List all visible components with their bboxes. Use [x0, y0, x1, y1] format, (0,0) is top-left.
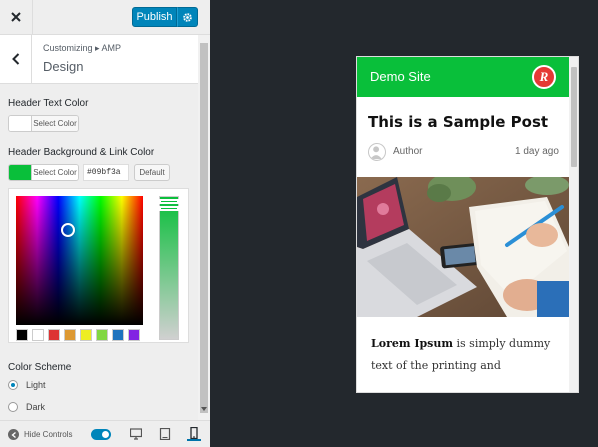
palette-color-chip[interactable] [128, 329, 140, 341]
color-picker [8, 188, 189, 343]
slider-handle[interactable] [159, 206, 179, 211]
scroll-down-arrow-icon[interactable] [201, 406, 207, 412]
palette-color-chip[interactable] [48, 329, 60, 341]
header-text-color-button[interactable]: Select Color [8, 115, 79, 132]
slider-handle[interactable] [159, 199, 179, 204]
default-color-button[interactable]: Default [134, 164, 170, 181]
tablet-device-button[interactable] [158, 427, 172, 441]
breadcrumb: Customizing ▸ AMP [43, 43, 122, 53]
palette-color-chip[interactable] [32, 329, 44, 341]
color-spectrum[interactable] [16, 196, 143, 325]
user-icon [370, 146, 382, 160]
header-bg-link-color-label: Header Background & Link Color [8, 147, 155, 158]
radio-light[interactable]: Light [8, 380, 46, 390]
desktop-device-button[interactable] [129, 427, 143, 441]
close-button[interactable] [0, 0, 33, 34]
radio-label: Light [26, 380, 46, 390]
gear-icon [183, 12, 192, 22]
spectrum-handle[interactable] [61, 223, 75, 237]
customizer-footer: Hide Controls [0, 420, 210, 447]
header-bg-color-button[interactable]: Select Color [8, 164, 79, 181]
color-palette [16, 329, 144, 341]
header-text-color-label: Header Text Color [8, 98, 89, 109]
select-color-label: Select Color [31, 165, 78, 180]
tablet-icon [159, 428, 171, 440]
post-body-line2: text of the printing and [371, 359, 501, 372]
site-title[interactable]: Demo Site [370, 69, 431, 84]
section-title: Design [43, 59, 84, 74]
hide-controls-label[interactable]: Hide Controls [24, 430, 72, 439]
preview-toggle[interactable] [91, 429, 111, 440]
publish-settings-button[interactable] [177, 7, 198, 27]
scrollbar-thumb[interactable] [200, 43, 208, 413]
color-scheme-label: Color Scheme [8, 362, 72, 373]
preview-scrollbar[interactable] [569, 57, 578, 392]
mobile-preview: Demo Site R This is a Sample Post Author… [356, 56, 579, 393]
saturation-slider[interactable] [159, 196, 179, 340]
radio-dark[interactable]: Dark [8, 402, 45, 412]
mobile-icon [190, 427, 198, 439]
post-body-line1: is simply dummy [453, 337, 551, 350]
publish-button[interactable]: Publish [132, 7, 177, 27]
radio-button[interactable] [8, 402, 18, 412]
preview-area: Demo Site R This is a Sample Post Author… [210, 0, 598, 447]
palette-color-chip[interactable] [80, 329, 92, 341]
back-button[interactable] [0, 35, 32, 83]
header-bg-color-swatch [9, 165, 31, 180]
scrollbar-thumb[interactable] [571, 67, 577, 167]
palette-color-chip[interactable] [64, 329, 76, 341]
post-title: This is a Sample Post [368, 113, 549, 131]
sidebar-scrollbar[interactable] [198, 35, 210, 420]
collapse-arrow-icon[interactable] [8, 429, 19, 440]
close-icon [11, 12, 21, 22]
select-color-label: Select Color [31, 116, 78, 131]
post-body: Lorem Ipsum is simply dummy text of the … [371, 333, 561, 377]
panel-content: Header Text Color Select Color Header Ba… [0, 84, 198, 420]
site-logo[interactable]: R [532, 65, 556, 89]
desktop-icon [130, 428, 142, 440]
customizer-topbar: Publish [0, 0, 210, 35]
post-body-lead: Lorem Ipsum [371, 337, 454, 350]
chevron-left-icon [11, 53, 19, 65]
header-text-color-swatch [9, 116, 31, 131]
hex-color-input[interactable]: #09bf3a [83, 164, 129, 181]
radio-button[interactable] [8, 380, 18, 390]
mobile-device-button[interactable] [187, 427, 201, 441]
featured-image [357, 177, 569, 317]
palette-color-chip[interactable] [112, 329, 124, 341]
palette-color-chip[interactable] [16, 329, 28, 341]
section-header: Customizing ▸ AMP Design [0, 35, 198, 84]
customizer-sidebar: Publish Customizing ▸ AMP Design Header … [0, 0, 210, 447]
post-date: 1 day ago [515, 146, 559, 157]
author-name[interactable]: Author [393, 146, 422, 157]
avatar [368, 143, 386, 161]
radio-label: Dark [26, 402, 46, 412]
palette-color-chip[interactable] [96, 329, 108, 341]
site-header: Demo Site R [357, 57, 569, 97]
